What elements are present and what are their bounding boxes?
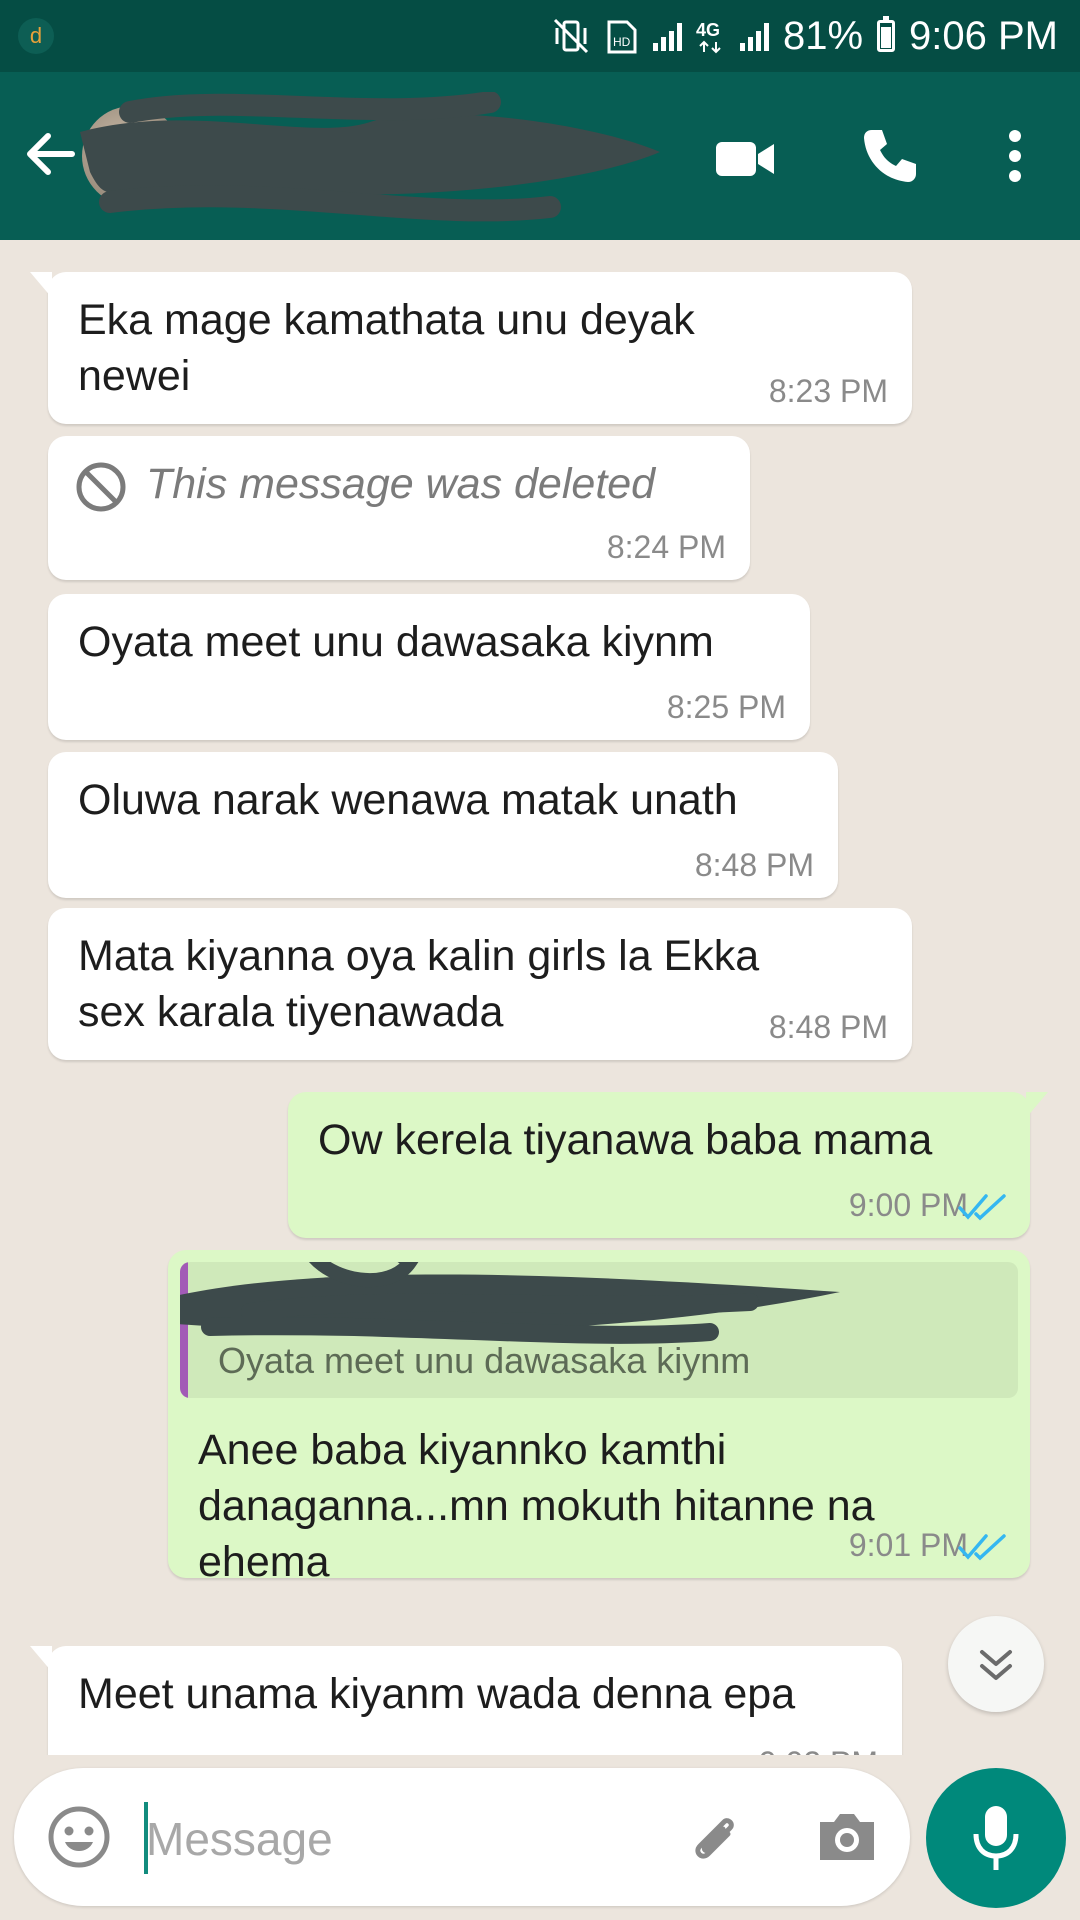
redaction-scribble <box>80 92 660 222</box>
message-text: Anee baba kiyannko kamthi danaganna...mn… <box>198 1426 875 1586</box>
message-bubble-incoming[interactable]: Mata kiyanna oya kalin girls la Ekka sex… <box>48 908 912 1060</box>
message-time: 8:23 PM <box>768 373 888 409</box>
message-time: 9:02 PM <box>759 1745 878 1755</box>
signal-icon <box>652 21 682 51</box>
battery-icon <box>877 16 896 52</box>
chat-header <box>0 72 1080 240</box>
video-call-icon[interactable] <box>712 126 778 192</box>
svg-text:4G: 4G <box>696 20 720 40</box>
message-bubble-outgoing-reply[interactable]: Oyata meet unu dawasaka kiynm Anee baba … <box>168 1250 1030 1586</box>
message-bubble-incoming[interactable]: Eka mage kamathata unu deyak newei 8:23 … <box>30 272 912 424</box>
4g-data-icon: 4G <box>696 20 721 54</box>
message-text: Ow kerela tiyanawa baba mama <box>318 1116 933 1164</box>
deleted-ban-icon <box>76 462 126 512</box>
double-chevron-down-icon <box>980 1650 1012 1680</box>
message-text: Mata kiyanna oya kalin girls la Ekka sex… <box>78 932 760 1036</box>
camera-icon[interactable] <box>814 1804 880 1870</box>
quoted-text: Oyata meet unu dawasaka kiynm <box>218 1340 751 1381</box>
message-bubble-outgoing[interactable]: Ow kerela tiyanawa baba mama 9:00 PM <box>288 1092 1048 1238</box>
quoted-message[interactable]: Oyata meet unu dawasaka kiynm <box>180 1262 1018 1398</box>
message-time: 8:48 PM <box>694 847 814 883</box>
message-time: 8:25 PM <box>666 689 786 725</box>
paperclip-icon[interactable] <box>682 1804 750 1872</box>
message-composer <box>14 1768 910 1906</box>
message-bubble-incoming[interactable]: Oyata meet unu dawasaka kiynm 8:25 PM <box>48 594 810 740</box>
message-input[interactable] <box>144 1796 668 1882</box>
app-notification-icon: d <box>18 18 54 54</box>
message-bubble-incoming[interactable]: Oluwa narak wenawa matak unath 8:48 PM <box>48 752 838 898</box>
message-bubble-deleted[interactable]: This message was deleted 8:24 PM <box>48 436 750 580</box>
message-text: This message was deleted <box>146 460 656 508</box>
read-receipt-icon <box>958 1534 1006 1561</box>
battery-percent: 81% <box>782 13 864 58</box>
message-time: 8:24 PM <box>606 529 726 565</box>
voice-record-button[interactable] <box>926 1768 1066 1908</box>
text-caret <box>144 1802 148 1874</box>
hd-sim-icon: HD <box>607 20 637 54</box>
more-vert-icon[interactable] <box>1000 124 1030 188</box>
message-text: Meet unama kiyanm wada denna epa <box>78 1670 796 1718</box>
emoji-icon[interactable] <box>46 1804 112 1870</box>
signal-icon <box>739 21 769 51</box>
message-time: 9:01 PM <box>848 1527 968 1563</box>
message-text: Oluwa narak wenawa matak unath <box>78 776 738 824</box>
read-receipt-icon <box>958 1194 1006 1221</box>
message-text: Oyata meet unu dawasaka kiynm <box>78 618 714 666</box>
message-time: 9:00 PM <box>848 1187 968 1223</box>
chat-area[interactable]: Eka mage kamathata unu deyak newei 8:23 … <box>0 240 1080 1755</box>
message-time: 8:48 PM <box>768 1009 888 1045</box>
clock: 9:06 PM <box>909 13 1058 58</box>
scroll-to-bottom-button[interactable] <box>948 1616 1044 1712</box>
phone-icon[interactable] <box>858 124 922 188</box>
message-bubble-incoming[interactable]: Meet unama kiyanm wada denna epa 9:02 PM <box>30 1646 902 1755</box>
status-bar: d HD 4G 81% 9:06 PM <box>0 0 1080 72</box>
mute-vibrate-icon <box>553 18 589 54</box>
message-text: Eka mage kamathata unu deyak newei <box>78 296 695 400</box>
svg-text:HD: HD <box>613 35 631 49</box>
status-icons: HD 4G 81% 9:06 PM <box>551 0 1058 72</box>
microphone-icon <box>973 1806 1019 1870</box>
